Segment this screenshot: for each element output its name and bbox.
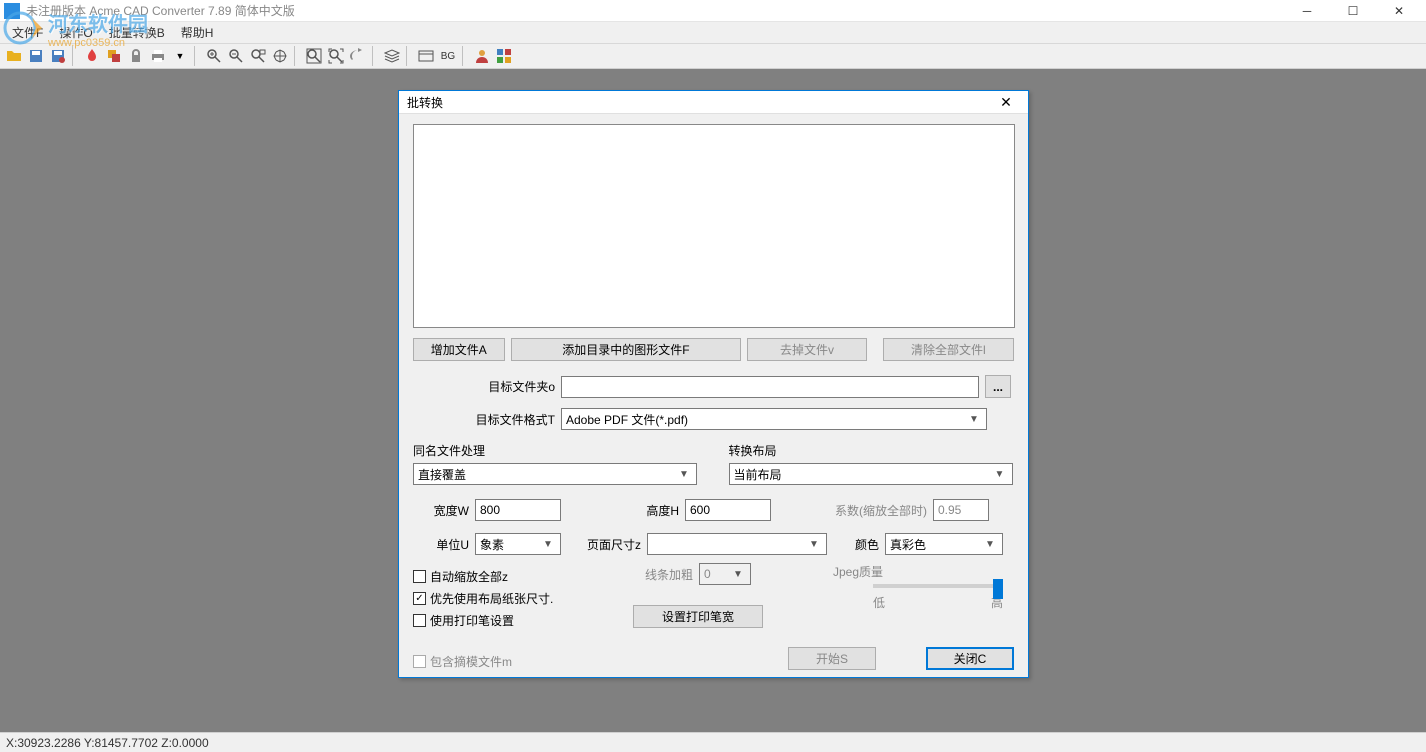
watermark-logo-icon [2, 8, 46, 48]
slider-low-label: 低 [873, 594, 885, 611]
close-button[interactable]: ✕ [1376, 1, 1422, 21]
batch-convert-dialog: 批转换 ✕ 增加文件A 添加目录中的图形文件F 去掉文件v 清除全部文件l 目标… [398, 90, 1029, 678]
window-controls: ─ ☐ ✕ [1284, 1, 1422, 21]
width-input[interactable] [475, 499, 561, 521]
unit-value: 象素 [480, 536, 540, 553]
toolbar: ▼ BG [0, 44, 1426, 69]
target-format-value: Adobe PDF 文件(*.pdf) [566, 411, 966, 428]
convert-layout-label: 转换布局 [729, 442, 1015, 459]
toolbar-separator [462, 46, 468, 66]
file-buttons-row: 增加文件A 添加目录中的图形文件F 去掉文件v 清除全部文件l [413, 338, 1014, 361]
include-mold-label: 包含摘模文件m [430, 653, 512, 670]
toolbar-separator [406, 46, 412, 66]
unit-combo[interactable]: 象素 ▼ [475, 533, 561, 555]
file-list[interactable] [413, 124, 1015, 328]
status-bar: X:30923.2286 Y:81457.7702 Z:0.0000 [0, 732, 1426, 752]
use-layout-paper-label: 优先使用布局纸张尺寸. [430, 590, 553, 607]
dialog-title-bar[interactable]: 批转换 ✕ [399, 91, 1028, 114]
chevron-down-icon: ▼ [966, 414, 982, 425]
color-label: 颜色 [833, 536, 879, 553]
user-icon[interactable] [472, 46, 492, 66]
auto-scale-checkbox-row[interactable]: 自动缩放全部z [413, 568, 633, 585]
color-combo[interactable]: 真彩色 ▼ [885, 533, 1003, 555]
color-value: 真彩色 [890, 536, 982, 553]
checkbox-icon [413, 614, 426, 627]
chevron-down-icon: ▼ [806, 539, 822, 550]
toolbar-separator [294, 46, 300, 66]
chevron-down-icon: ▼ [992, 469, 1008, 480]
target-folder-label: 目标文件夹o [413, 378, 555, 395]
bg-icon[interactable]: BG [438, 46, 458, 66]
same-name-value: 直接覆盖 [418, 466, 676, 483]
convert-layout-combo[interactable]: 当前布局 ▼ [729, 463, 1013, 485]
scale-input [933, 499, 989, 521]
line-bold-value: 0 [704, 567, 730, 581]
checkbox-checked-icon: ✓ [413, 592, 426, 605]
use-print-pen-label: 使用打印笔设置 [430, 612, 514, 629]
dialog-title: 批转换 [407, 94, 992, 111]
target-folder-input[interactable] [561, 376, 979, 398]
height-input[interactable] [685, 499, 771, 521]
checkbox-icon [413, 570, 426, 583]
layer-icon[interactable] [382, 46, 402, 66]
pen-settings-button[interactable]: 设置打印笔宽 [633, 605, 763, 628]
add-file-button[interactable]: 增加文件A [413, 338, 505, 361]
maximize-button[interactable]: ☐ [1330, 1, 1376, 21]
regen-icon[interactable] [348, 46, 368, 66]
unit-label: 单位U [413, 536, 469, 553]
line-bold-combo: 0 ▼ [699, 563, 751, 585]
start-button[interactable]: 开始S [788, 647, 876, 670]
browse-button[interactable]: ... [985, 375, 1011, 398]
jpeg-quality-slider [873, 584, 1003, 588]
use-print-pen-checkbox-row[interactable]: 使用打印笔设置 [413, 612, 633, 629]
watermark-overlay: 河东软件园 www.pc0359.cn [0, 0, 200, 60]
target-format-label: 目标文件格式T [413, 411, 555, 428]
include-mold-checkbox-row: 包含摘模文件m [413, 653, 512, 670]
add-folder-button[interactable]: 添加目录中的图形文件F [511, 338, 742, 361]
toolbar-separator [372, 46, 378, 66]
dialog-body: 增加文件A 添加目录中的图形文件F 去掉文件v 清除全部文件l 目标文件夹o .… [399, 114, 1028, 680]
jpeg-quality-label: Jpeg质量 [833, 563, 1003, 580]
scale-label: 系数(缩放全部时) [777, 502, 927, 519]
menu-bar: 文件F 操作O 批量转换B 帮助H [0, 22, 1426, 44]
zoom-all-icon[interactable] [326, 46, 346, 66]
pan-icon[interactable] [270, 46, 290, 66]
page-size-combo[interactable]: ▼ [647, 533, 827, 555]
same-name-combo[interactable]: 直接覆盖 ▼ [413, 463, 697, 485]
remove-file-button[interactable]: 去掉文件v [747, 338, 866, 361]
same-name-group: 同名文件处理 直接覆盖 ▼ [413, 442, 699, 485]
chevron-down-icon: ▼ [540, 539, 556, 550]
chevron-down-icon: ▼ [730, 569, 746, 580]
minimize-button[interactable]: ─ [1284, 1, 1330, 21]
coordinates-label: X:30923.2286 Y:81457.7702 Z:0.0000 [6, 736, 209, 750]
close-button[interactable]: 关闭C [926, 647, 1014, 670]
line-bold-label: 线条加粗 [633, 566, 693, 583]
chevron-down-icon: ▼ [676, 469, 692, 480]
page-size-label: 页面尺寸z [567, 536, 641, 553]
slider-thumb [993, 579, 1003, 599]
auto-scale-label: 自动缩放全部z [430, 568, 508, 585]
slider-labels: 低 高 [873, 594, 1003, 611]
use-layout-paper-checkbox-row[interactable]: ✓ 优先使用布局纸张尺寸. [413, 590, 633, 607]
watermark-url: www.pc0359.cn [48, 37, 148, 49]
convert-layout-group: 转换布局 当前布局 ▼ [729, 442, 1015, 485]
convert-layout-value: 当前布局 [734, 466, 992, 483]
dialog-close-button[interactable]: ✕ [992, 91, 1020, 113]
zoom-extents-icon[interactable] [304, 46, 324, 66]
window-icon[interactable] [494, 46, 514, 66]
view-icon[interactable] [416, 46, 436, 66]
height-label: 高度H [567, 502, 679, 519]
watermark-text: 河东软件园 [48, 8, 148, 37]
clear-all-button[interactable]: 清除全部文件l [883, 338, 1014, 361]
chevron-down-icon: ▼ [982, 539, 998, 550]
main-title-bar: 未注册版本 Acme CAD Converter 7.89 简体中文版 ─ ☐ … [0, 0, 1426, 22]
zoom-in-icon[interactable] [204, 46, 224, 66]
target-format-combo[interactable]: Adobe PDF 文件(*.pdf) ▼ [561, 408, 987, 430]
zoom-window-icon[interactable] [248, 46, 268, 66]
width-label: 宽度W [413, 502, 469, 519]
same-name-label: 同名文件处理 [413, 442, 699, 459]
window-title: 未注册版本 Acme CAD Converter 7.89 简体中文版 [26, 2, 1284, 19]
zoom-out-icon[interactable] [226, 46, 246, 66]
checkbox-icon [413, 655, 426, 668]
